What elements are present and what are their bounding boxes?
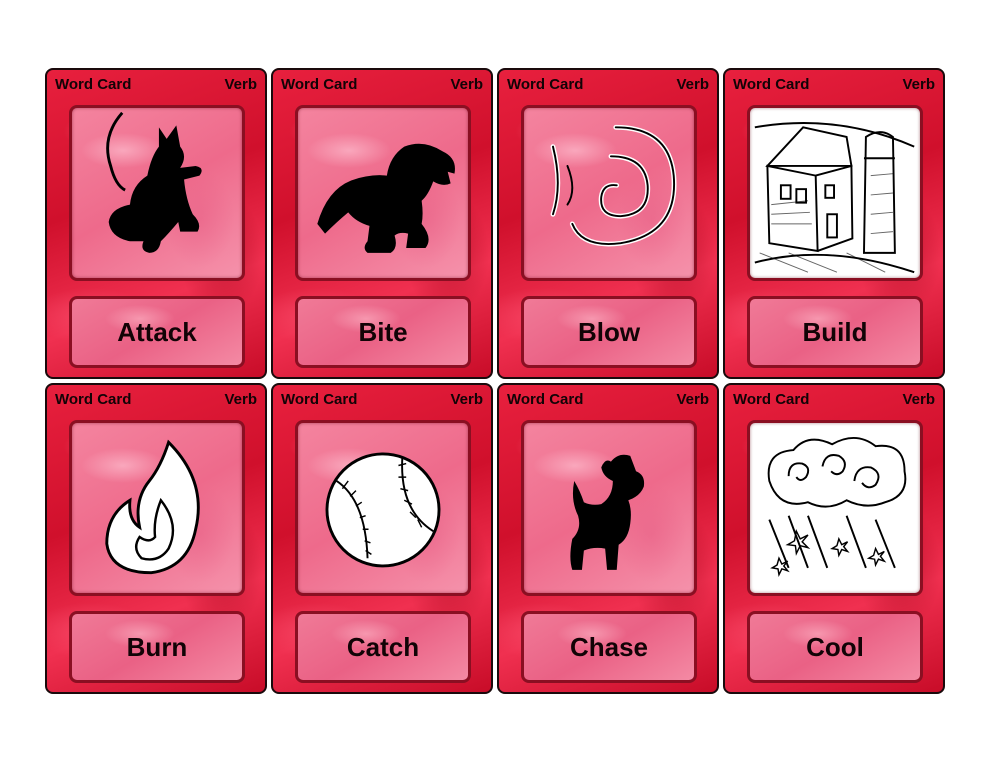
picture-box [295,105,471,281]
picture-box [521,420,697,596]
picture-box [69,105,245,281]
word-label: Bite [295,296,471,368]
word-card-cool[interactable]: Word Card Verb Cool [723,383,945,694]
part-of-speech-label: Verb [902,390,935,408]
house-silo-icon [754,122,915,274]
word-card-blow[interactable]: Word Card Verb Blow [497,68,719,379]
dinosaur-icon [317,143,455,253]
card-type-label: Word Card [733,75,810,93]
word-label: Attack [69,296,245,368]
card-header: Word Card Verb [733,75,935,93]
part-of-speech-label: Verb [224,390,257,408]
word-label: Blow [521,296,697,368]
card-type-label: Word Card [733,390,810,408]
wind-swirl-icon [550,124,677,247]
word-label: Build [747,296,923,368]
part-of-speech-label: Verb [902,75,935,93]
word-label: Cool [747,611,923,683]
card-header: Word Card Verb [281,75,483,93]
word-label: Catch [295,611,471,683]
card-header: Word Card Verb [281,390,483,408]
card-type-label: Word Card [55,75,132,93]
card-type-label: Word Card [507,390,584,408]
card-header: Word Card Verb [507,75,709,93]
picture-box [295,420,471,596]
picture-box [747,420,923,596]
word-card-chase[interactable]: Word Card Verb Chase [497,383,719,694]
word-card-attack[interactable]: Word Card Verb Attack [45,68,267,379]
wind-snow-icon [767,437,907,577]
mouse-attack-icon [106,111,202,253]
word-card-catch[interactable]: Word Card Verb Catch [271,383,493,694]
part-of-speech-label: Verb [450,75,483,93]
card-header: Word Card Verb [733,390,935,408]
card-header: Word Card Verb [507,390,709,408]
picture-box [747,105,923,281]
card-header: Word Card Verb [55,390,257,408]
part-of-speech-label: Verb [676,390,709,408]
word-label: Burn [69,611,245,683]
part-of-speech-label: Verb [450,390,483,408]
baseball-icon [325,452,441,568]
card-header: Word Card Verb [55,75,257,93]
word-card-build[interactable]: Word Card Verb Build [723,68,945,379]
part-of-speech-label: Verb [224,75,257,93]
picture-box [521,105,697,281]
card-sheet: Word Card Verb Attack Word Card Verb Bit… [45,68,945,694]
flame-icon [105,439,200,575]
card-type-label: Word Card [507,75,584,93]
card-type-label: Word Card [55,390,132,408]
word-card-burn[interactable]: Word Card Verb Burn [45,383,267,694]
picture-box [69,420,245,596]
dog-icon [570,454,645,570]
part-of-speech-label: Verb [676,75,709,93]
card-type-label: Word Card [281,75,358,93]
card-type-label: Word Card [281,390,358,408]
word-card-bite[interactable]: Word Card Verb Bite [271,68,493,379]
word-label: Chase [521,611,697,683]
